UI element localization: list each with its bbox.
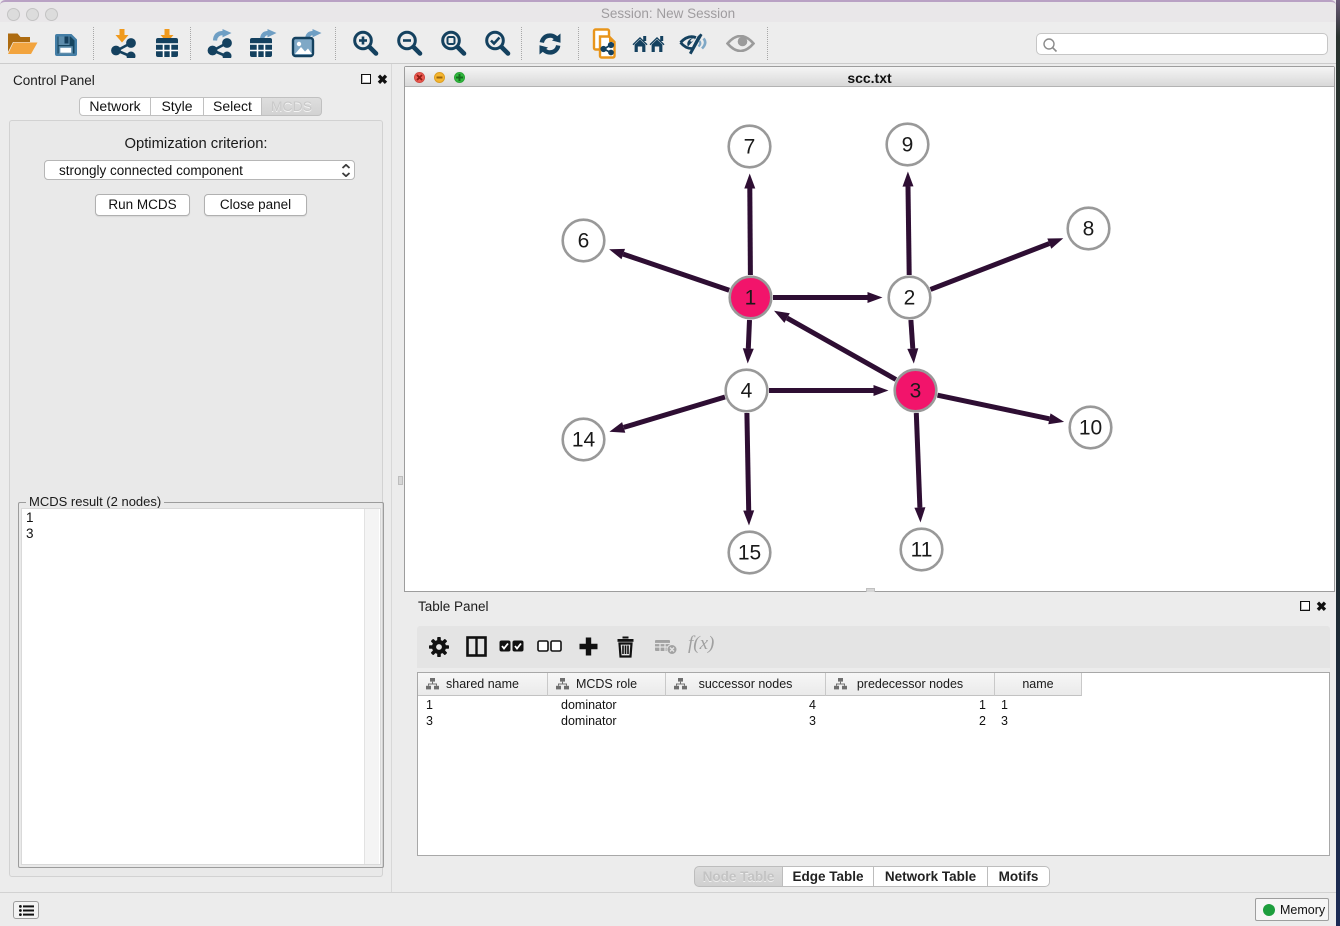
svg-text:4: 4 (741, 380, 753, 403)
svg-text:9: 9 (902, 134, 914, 157)
svg-text:1: 1 (745, 287, 757, 310)
svg-text:8: 8 (1083, 218, 1095, 241)
svg-text:7: 7 (744, 136, 756, 159)
svg-text:2: 2 (904, 287, 916, 310)
svg-text:3: 3 (910, 380, 922, 403)
svg-text:6: 6 (578, 230, 590, 253)
svg-text:10: 10 (1079, 417, 1102, 440)
svg-text:15: 15 (738, 542, 761, 565)
svg-text:14: 14 (572, 429, 596, 452)
svg-text:11: 11 (911, 539, 933, 562)
